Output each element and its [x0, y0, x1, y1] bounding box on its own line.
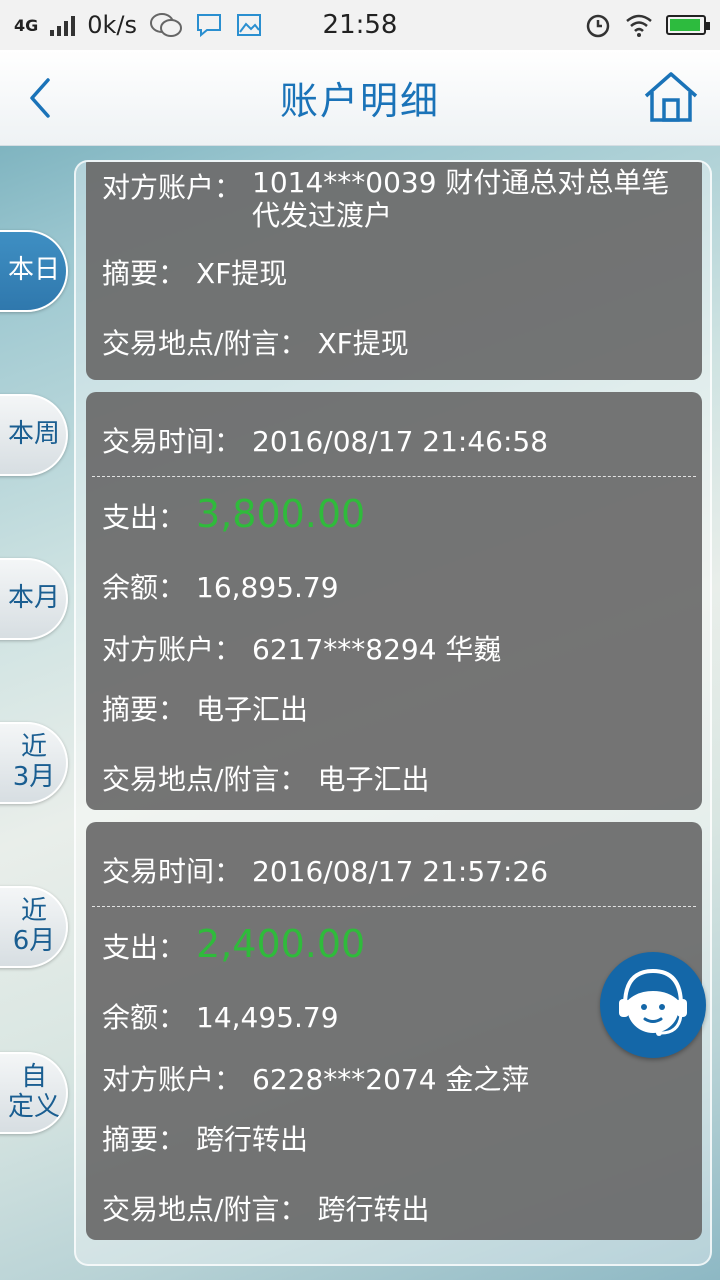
counterparty-label: 对方账户：	[102, 1063, 243, 1096]
records-panel[interactable]: 对方账户： 1014***0039 财付通总对总单笔代发过渡户 摘要： XF提现 交…	[74, 160, 712, 1266]
tab-label-line2: 3月	[12, 762, 56, 792]
tab-this-month[interactable]: 本月	[0, 558, 68, 640]
page-title: 账户明细	[279, 79, 440, 123]
tab-last-3-months[interactable]: 近 3月	[0, 722, 68, 804]
tab-label: 本周	[7, 419, 60, 450]
balance-value: 14,495.79	[196, 1001, 339, 1034]
counterparty-value: 1014***0039 财付通总对总单笔代发过渡户	[252, 166, 670, 233]
counterparty-label: 对方账户：	[102, 171, 243, 204]
place-row: 交易地点/附言： 电子汇出	[102, 758, 686, 798]
tab-label: 本日	[7, 255, 60, 286]
tab-label-line1: 近	[20, 896, 47, 927]
time-label: 交易时间：	[102, 855, 243, 888]
balance-label: 余额：	[102, 571, 187, 604]
summary-value: XF提现	[196, 257, 288, 290]
tab-label: 近 6月	[12, 896, 56, 957]
balance-label: 余额：	[102, 1001, 187, 1034]
type-label: 支出：	[102, 931, 187, 964]
time-row: 交易时间： 2016/08/17 21:57:26	[102, 850, 686, 890]
counterparty-value: 6217***8294 华巍	[252, 633, 502, 666]
time-row: 交易时间： 2016/08/17 21:46:58	[102, 420, 686, 460]
divider	[92, 476, 696, 477]
status-left: 4G 0k/s	[14, 11, 263, 39]
tab-label-line1: 近	[20, 732, 47, 763]
amount-value: 3,800.00	[196, 492, 366, 536]
counterparty-value: 6228***2074 金之萍	[252, 1063, 530, 1096]
balance-value: 16,895.79	[196, 571, 339, 604]
counterparty-row: 对方账户： 1014***0039 财付通总对总单笔代发过渡户	[102, 166, 686, 232]
place-row: 交易地点/附言： 跨行转出	[102, 1188, 686, 1228]
amount-value: 2,400.00	[196, 922, 366, 966]
message-icon	[195, 12, 223, 38]
tab-this-week[interactable]: 本周	[0, 394, 68, 476]
tab-label: 自定义	[7, 1062, 60, 1123]
wifi-icon	[624, 12, 654, 38]
network-type: 4G	[14, 15, 39, 35]
place-label: 交易地点/附言：	[102, 327, 308, 360]
type-label: 支出：	[102, 501, 187, 534]
status-bar: 4G 0k/s 21:58	[0, 0, 720, 50]
counterparty-row: 对方账户： 6217***8294 华巍	[102, 628, 686, 668]
balance-row: 余额： 14,495.79	[102, 996, 686, 1036]
summary-row: 摘要： XF提现	[102, 252, 686, 292]
tab-custom[interactable]: 自定义	[0, 1052, 68, 1134]
gallery-icon	[235, 12, 263, 38]
tab-today[interactable]: 本日	[0, 230, 68, 312]
time-label: 交易时间：	[102, 425, 243, 458]
tab-last-6-months[interactable]: 近 6月	[0, 886, 68, 968]
chevron-left-icon	[30, 78, 50, 118]
signal-icon	[50, 14, 76, 36]
summary-label: 摘要：	[102, 1123, 187, 1156]
counterparty-label: 对方账户：	[102, 633, 243, 666]
summary-row: 摘要： 跨行转出	[102, 1118, 686, 1158]
place-value: 跨行转出	[317, 1193, 430, 1226]
place-row: 交易地点/附言： XF提现	[102, 322, 686, 362]
back-button[interactable]	[22, 74, 62, 122]
summary-row: 摘要： 电子汇出	[102, 688, 686, 728]
customer-service-button[interactable]	[600, 952, 706, 1058]
headset-agent-icon	[619, 968, 687, 1036]
transaction-card: 对方账户： 1014***0039 财付通总对总单笔代发过渡户 摘要： XF提现 交…	[86, 162, 702, 380]
tab-label: 本月	[7, 583, 60, 614]
place-label: 交易地点/附言：	[102, 1193, 308, 1226]
battery-icon	[666, 15, 710, 35]
balance-row: 余额： 16,895.79	[102, 566, 686, 606]
amount-row: 支出： 2,400.00	[102, 922, 686, 966]
header-bar: 账户明细	[0, 50, 720, 146]
alarm-icon	[584, 11, 612, 39]
summary-value: 电子汇出	[196, 693, 309, 726]
summary-label: 摘要：	[102, 693, 187, 726]
transaction-card: 交易时间： 2016/08/17 21:46:58 支出： 3,800.00 余额：…	[86, 392, 702, 810]
place-label: 交易地点/附言：	[102, 763, 308, 796]
divider	[92, 906, 696, 907]
tab-label: 近 3月	[12, 732, 56, 793]
tab-label-line2: 定义	[7, 1092, 60, 1122]
summary-value: 跨行转出	[196, 1123, 309, 1156]
tab-label-line2: 6月	[12, 926, 56, 956]
counterparty-row: 对方账户： 6228***2074 金之萍	[102, 1058, 686, 1098]
time-value: 2016/08/17 21:57:26	[252, 855, 549, 888]
home-button[interactable]	[642, 70, 700, 126]
time-value: 2016/08/17 21:46:58	[252, 425, 549, 458]
summary-label: 摘要：	[102, 257, 187, 290]
home-icon	[644, 72, 698, 122]
network-speed: 0k/s	[87, 11, 138, 39]
tab-label-line1: 自	[20, 1062, 47, 1093]
wechat-icon	[149, 12, 183, 38]
place-value: 电子汇出	[317, 763, 430, 796]
status-right	[584, 11, 710, 39]
amount-row: 支出： 3,800.00	[102, 492, 686, 536]
place-value: XF提现	[317, 327, 409, 360]
